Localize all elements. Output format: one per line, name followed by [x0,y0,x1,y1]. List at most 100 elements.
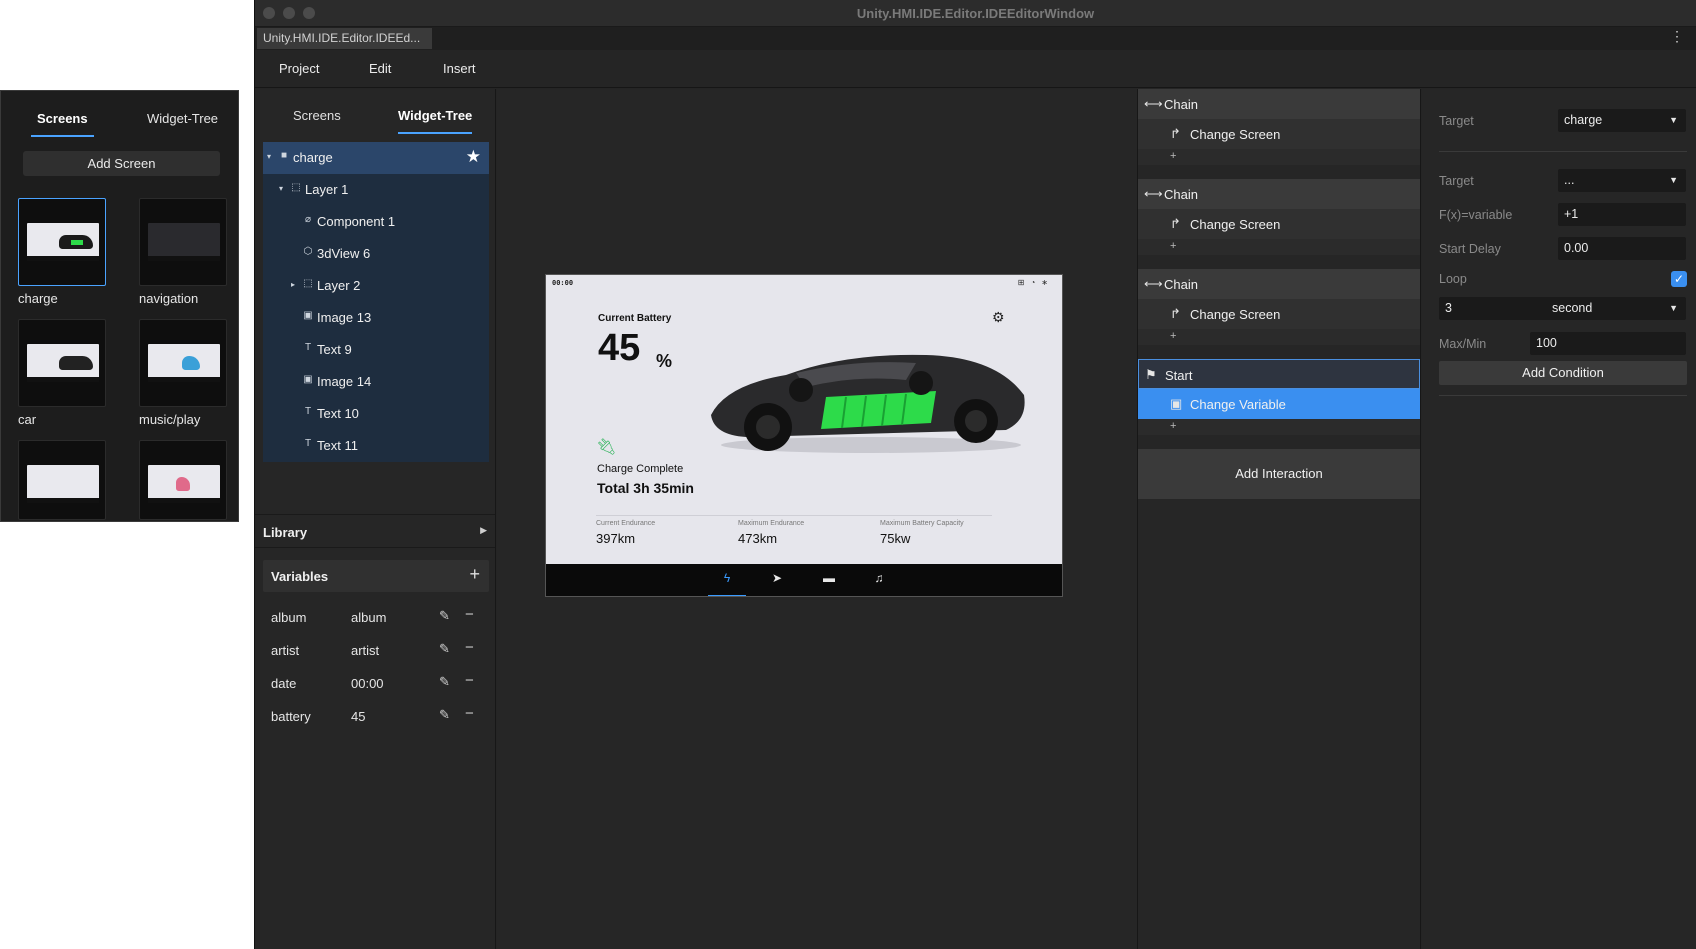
screen-thumb-5[interactable] [18,440,118,520]
add-action-icon[interactable]: + [1170,240,1176,252]
add-action-row[interactable]: + [1138,419,1420,435]
divider [1439,395,1687,396]
start-delay-label: Start Delay [1439,242,1501,256]
interaction-action[interactable]: ↱ Change Screen [1138,119,1420,149]
car-icon[interactable]: ▬ [816,571,842,585]
navigation-icon[interactable]: ➤ [764,571,790,585]
edit-icon[interactable]: ✎ [439,674,450,690]
screen-thumb-6[interactable] [139,440,239,520]
tree-item-charge[interactable]: ▾ ■ charge ★ [263,142,489,174]
add-interaction-button[interactable]: Add Interaction [1138,449,1420,499]
add-screen-button[interactable]: Add Screen [23,151,220,176]
variable-row: artist artist ✎ − [263,634,489,666]
design-canvas[interactable]: 00:00 ⊞◔∗ Current Battery 45 % ⚙ 🔌︎ Char… [497,89,1137,949]
window-title: Unity.HMI.IDE.Editor.IDEEditorWindow [856,6,1095,21]
loop-label: Loop [1439,272,1467,286]
edit-icon[interactable]: ✎ [439,707,450,723]
tree-item-image-14[interactable]: ▣ Image 14 [263,366,489,398]
start-delay-input[interactable]: 0.00 [1558,237,1686,260]
screen-preview [148,465,220,503]
tree-item-image-13[interactable]: ▣ Image 13 [263,302,489,334]
tab-screens[interactable]: Screens [293,108,341,123]
menu-insert[interactable]: Insert [443,61,476,76]
star-icon[interactable]: ★ [466,147,481,167]
gear-icon[interactable]: ⚙ [992,309,1005,326]
tab-widget-tree[interactable]: Widget-Tree [398,108,473,134]
remove-icon[interactable]: − [465,672,474,689]
tree-item-text-9[interactable]: T Text 9 [263,334,489,366]
loop-count-input[interactable]: 3 [1439,297,1549,320]
screen-thumbnail[interactable] [139,440,227,520]
interaction-header-start[interactable]: ⚑ Start [1138,359,1420,389]
remove-icon[interactable]: − [465,639,474,656]
properties-panel: Target charge ▼ Target ... ▼ F(x)=variab… [1422,89,1696,949]
add-action-icon[interactable]: + [1170,420,1176,432]
add-action-row[interactable]: + [1138,149,1420,165]
interaction-action-selected[interactable]: ▣ Change Variable [1138,389,1420,419]
target-screen-select[interactable]: charge ▼ [1558,109,1686,132]
add-variable-icon[interactable]: + [469,564,480,585]
hmi-screen-preview[interactable]: 00:00 ⊞◔∗ Current Battery 45 % ⚙ 🔌︎ Char… [545,274,1063,597]
menu-edit[interactable]: Edit [369,61,391,76]
target-variable-select[interactable]: ... ▼ [1558,169,1686,192]
tree-item-component-1[interactable]: ⌀ Component 1 [263,206,489,238]
edit-icon[interactable]: ✎ [439,641,450,657]
chevron-right-icon[interactable]: ▶ [480,525,487,536]
screen-preview [27,223,99,261]
add-condition-button[interactable]: Add Condition [1439,361,1687,385]
caret-down-icon[interactable]: ▾ [279,184,283,193]
menu-project[interactable]: Project [279,61,319,76]
screen-thumb-music-play[interactable]: music/play [139,319,239,427]
image-icon: ▣ [303,374,313,385]
more-options-icon[interactable]: ⋮ [1670,28,1684,45]
remove-icon[interactable]: − [465,705,474,722]
interaction-header-chain[interactable]: ⟷ Chain [1138,179,1420,209]
tree-item-label: Layer 1 [305,182,349,197]
screen-thumb-car[interactable]: car [18,319,118,427]
text-icon: T [304,342,312,353]
caret-down-icon[interactable]: ▾ [267,152,271,161]
screen-label: car [18,412,37,427]
add-action-row[interactable]: + [1138,329,1420,345]
variable-name: artist [271,643,300,658]
fx-input[interactable]: +1 [1558,203,1686,226]
caret-right-icon[interactable]: ▸ [291,280,295,289]
charge-icon[interactable]: ϟ [708,571,746,596]
library-section-header[interactable]: Library ▶ [255,514,495,548]
screen-thumbnail[interactable] [18,319,106,407]
tree-item-3dview-6[interactable]: ⬡ 3dView 6 [263,238,489,270]
screen-thumbnail[interactable] [18,198,106,286]
add-action-icon[interactable]: + [1170,330,1176,342]
loop-unit-select[interactable]: second ▼ [1546,297,1686,320]
interaction-header-chain[interactable]: ⟷ Chain [1138,89,1420,119]
interaction-action[interactable]: ↱ Change Screen [1138,209,1420,239]
tree-item-layer-1[interactable]: ▾ ⬚ Layer 1 [263,174,489,206]
screen-thumb-charge[interactable]: charge [18,198,118,306]
widget-tree: ▾ ■ charge ★ ▾ ⬚ Layer 1 ⌀ Component 1 ⬡… [263,142,489,462]
screen-thumbnail[interactable] [18,440,106,520]
screen-thumb-navigation[interactable]: navigation [139,198,239,306]
maxmin-input[interactable]: 100 [1530,332,1686,355]
add-action-icon[interactable]: + [1170,150,1176,162]
redirect-arrow-icon: ↱ [1170,216,1181,231]
tab-widget-tree[interactable]: Widget-Tree [147,111,218,126]
screen-thumbnail[interactable] [139,198,227,286]
interaction-action[interactable]: ↱ Change Screen [1138,299,1420,329]
variable-row: battery 45 ✎ − [263,700,489,732]
interaction-header-chain[interactable]: ⟷ Chain [1138,269,1420,299]
left-panel: Screens Widget-Tree ▾ ■ charge ★ ▾ ⬚ Lay… [255,89,496,949]
add-action-row[interactable]: + [1138,239,1420,255]
loop-checkbox[interactable]: ✓ [1671,271,1687,287]
tree-item-text-11[interactable]: T Text 11 [263,430,489,462]
tree-item-label: Text 10 [317,406,359,421]
interaction-header-label: Chain [1164,277,1198,292]
music-icon[interactable]: ♫ [866,571,892,585]
tree-item-text-10[interactable]: T Text 10 [263,398,489,430]
tree-item-layer-2[interactable]: ▸ ⬚ Layer 2 [263,270,489,302]
document-tab[interactable]: Unity.HMI.IDE.Editor.IDEEd... [257,28,433,49]
remove-icon[interactable]: − [465,606,474,623]
screen-icon: ■ [280,150,288,161]
tab-screens[interactable]: Screens [31,111,94,137]
screen-thumbnail[interactable] [139,319,227,407]
edit-icon[interactable]: ✎ [439,608,450,624]
